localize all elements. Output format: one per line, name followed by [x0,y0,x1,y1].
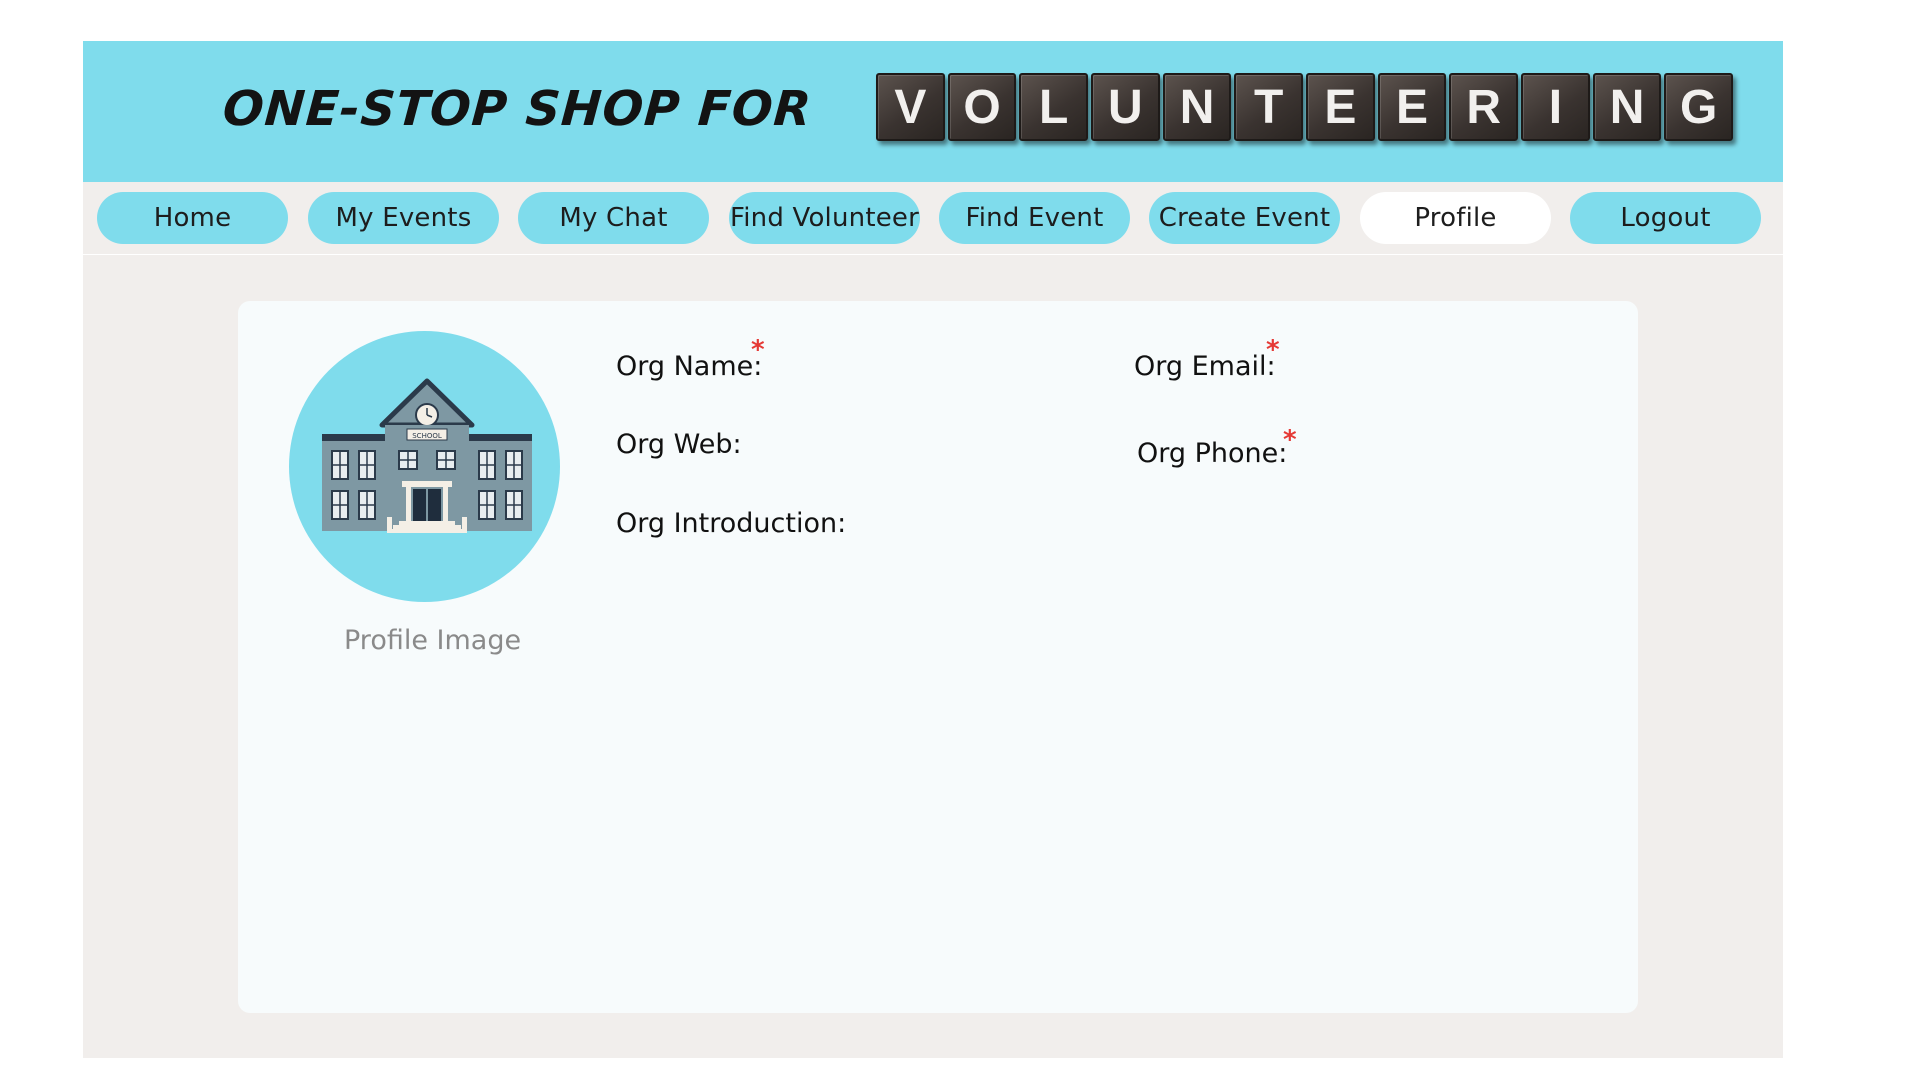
letter-tile: E [1377,73,1447,141]
letter-tile: G [1664,73,1734,141]
school-sign-text: SCHOOL [412,432,442,440]
letter-tile: T [1234,73,1304,141]
header-banner: ONE-STOP SHOP FOR V O L U N T E E R I N … [83,41,1783,182]
nav-my-events-button[interactable]: My Events [308,192,499,244]
profile-image[interactable]: SCHOOL [289,331,560,602]
nav-create-event-button[interactable]: Create Event [1149,192,1340,244]
school-building-icon: SCHOOL [322,378,532,533]
nav-find-event-button[interactable]: Find Event [939,192,1130,244]
org-web-label: Org Web: [616,429,742,460]
nav-home-button[interactable]: Home [97,192,288,244]
nav-bar: Home My Events My Chat Find Volunteer Fi… [83,182,1783,255]
profile-image-caption: Profile Image [344,625,522,656]
letter-tile: N [1162,73,1232,141]
nav-find-volunteer-button[interactable]: Find Volunteer [729,192,920,244]
volunteering-tiles: V O L U N T E E R I N G [876,73,1736,147]
org-phone-required-marker: * [1283,425,1297,455]
nav-my-chat-button[interactable]: My Chat [518,192,709,244]
org-introduction-label: Org Introduction: [616,508,847,539]
profile-card: SCHOOL Profile Image Org Name: * Org Ema… [238,301,1638,1013]
nav-logout-button[interactable]: Logout [1570,192,1761,244]
letter-tile: E [1306,73,1375,141]
letter-tile: L [1019,73,1089,141]
org-name-required-marker: * [751,335,765,365]
nav-profile-button[interactable]: Profile [1360,192,1551,244]
app-frame: ONE-STOP SHOP FOR V O L U N T E E R I N … [83,41,1783,1058]
letter-tile: N [1592,73,1662,141]
org-name-label: Org Name: [616,351,763,382]
letter-tile: V [876,73,945,141]
letter-tile: I [1521,73,1590,141]
letter-tile: R [1449,73,1519,141]
letter-tile: U [1091,73,1160,141]
org-email-required-marker: * [1266,335,1280,365]
letter-tile: O [947,73,1017,141]
banner-title: ONE-STOP SHOP FOR [221,81,814,137]
org-phone-label: Org Phone: [1137,438,1288,469]
org-email-label: Org Email: [1134,351,1276,382]
